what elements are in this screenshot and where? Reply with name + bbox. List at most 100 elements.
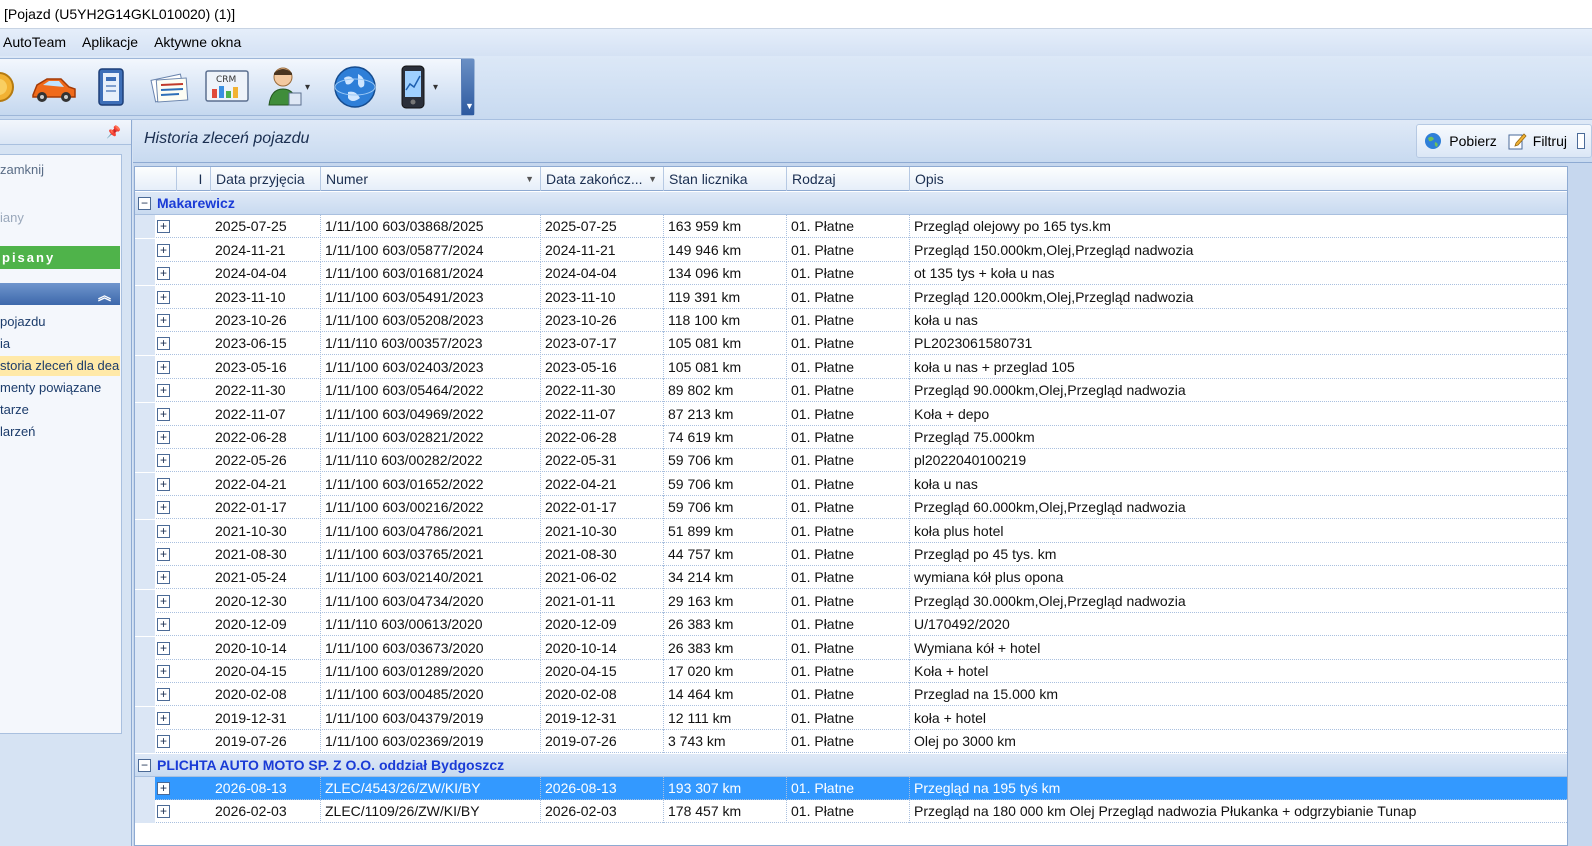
table-row[interactable]: +2021-08-30 1/11/100 603/03765/2021 2021-0… bbox=[135, 543, 1567, 566]
column-rodzaj[interactable]: Rodzaj bbox=[787, 167, 910, 191]
expand-row-icon[interactable]: + bbox=[157, 314, 170, 327]
table-row[interactable]: +2022-06-28 1/11/100 603/02821/2022 2022-0… bbox=[135, 426, 1567, 449]
table-row[interactable]: +2023-06-15 1/11/110 603/00357/2023 2023-0… bbox=[135, 332, 1567, 356]
table-row[interactable]: +2022-04-21 1/11/100 603/01652/2022 2022-0… bbox=[135, 472, 1567, 496]
table-row[interactable]: +2022-11-07 1/11/100 603/04969/2022 2022-1… bbox=[135, 402, 1567, 426]
sort-arrow-icon[interactable]: ▼ bbox=[525, 167, 534, 191]
cell-numer: 1/11/100 603/03868/2025 bbox=[321, 215, 541, 239]
expand-row-icon[interactable]: + bbox=[157, 711, 170, 725]
expand-row-icon[interactable]: + bbox=[157, 243, 170, 257]
table-row[interactable]: +2020-12-09 1/11/110 603/00613/2020 2020-1… bbox=[135, 613, 1567, 637]
sidebar-item-komentarze[interactable]: tarze bbox=[0, 400, 120, 420]
expand-row-icon[interactable]: + bbox=[157, 407, 170, 421]
menu-autoteam[interactable]: AutoTeam bbox=[0, 29, 74, 56]
column-stan-licznika[interactable]: Stan licznika bbox=[664, 167, 787, 191]
globe-icon[interactable] bbox=[329, 62, 381, 112]
menu-bar: AutoTeam Aplikacje Aktywne okna bbox=[0, 29, 1592, 56]
expand-row-icon[interactable]: + bbox=[157, 501, 170, 515]
expand-row-icon[interactable]: + bbox=[157, 688, 170, 702]
table-row[interactable]: +2025-07-25 1/11/100 603/03868/2025 2025-0… bbox=[135, 215, 1567, 239]
pin-icon[interactable]: 📌 bbox=[106, 125, 121, 139]
group-row[interactable]: − Makarewicz bbox=[135, 192, 1567, 215]
cell-opis: Przegląd na 195 tyś km bbox=[910, 777, 1567, 800]
expand-row-icon[interactable]: + bbox=[157, 548, 170, 561]
cell-data-przyjecia: 2021-05-24 bbox=[211, 566, 321, 590]
column-numer[interactable]: Numer ▼ bbox=[321, 167, 541, 191]
cell-stan-licznika: 59 706 km bbox=[664, 496, 787, 520]
table-row[interactable]: +2022-11-30 1/11/100 603/05464/2022 2022-1… bbox=[135, 379, 1567, 403]
sidebar-item-zdarzen[interactable]: larzeń bbox=[0, 422, 120, 442]
collapse-up-icon[interactable]: ︽ bbox=[98, 285, 111, 304]
sidebar-item-dokumenty[interactable]: menty powiązane bbox=[0, 378, 120, 398]
user-dropdown-arrow-icon[interactable]: ▾ bbox=[305, 82, 315, 93]
toolbar-overflow-grip[interactable]: ▼ bbox=[461, 59, 474, 115]
table-row[interactable]: +2023-10-26 1/11/100 603/05208/2023 2023-1… bbox=[135, 309, 1567, 332]
car-icon[interactable] bbox=[27, 62, 79, 112]
phonebook-icon[interactable] bbox=[85, 62, 137, 112]
cell-data-przyjecia: 2023-11-10 bbox=[211, 285, 321, 309]
crm-icon[interactable]: CRM bbox=[201, 62, 253, 112]
table-row[interactable]: +2020-12-30 1/11/100 603/04734/2020 2021-0… bbox=[135, 589, 1567, 613]
table-row[interactable]: +2020-04-15 1/11/100 603/01289/2020 2020-0… bbox=[135, 660, 1567, 683]
table-row[interactable]: +2019-07-26 1/11/100 603/02369/2019 2019-0… bbox=[135, 730, 1567, 754]
expand-row-icon[interactable]: + bbox=[157, 477, 170, 491]
collapse-group-icon[interactable]: − bbox=[138, 197, 151, 210]
column-data-przyjecia[interactable]: Data przyjęcia bbox=[211, 167, 321, 191]
left-section-header[interactable]: ︽ bbox=[0, 283, 120, 305]
mobile-dropdown-arrow-icon[interactable]: ▾ bbox=[433, 82, 443, 93]
expand-row-icon[interactable]: + bbox=[157, 805, 170, 819]
expand-row-icon[interactable]: + bbox=[157, 594, 170, 608]
column-data-zakonczenia[interactable]: Data zakończ... ▼ bbox=[541, 167, 664, 191]
expand-row-icon[interactable]: + bbox=[157, 454, 170, 468]
filter-button[interactable]: Filtruj bbox=[1507, 131, 1567, 151]
group-label: Makarewicz bbox=[157, 195, 235, 211]
fetch-button[interactable]: Pobierz bbox=[1423, 131, 1497, 151]
expand-row-icon[interactable]: + bbox=[157, 782, 170, 795]
expand-row-icon[interactable]: + bbox=[157, 618, 170, 632]
expand-row-icon[interactable]: + bbox=[157, 220, 170, 234]
mobile-icon[interactable] bbox=[387, 62, 439, 112]
collapse-group-icon[interactable]: − bbox=[138, 758, 151, 772]
table-row[interactable]: +2019-12-31 1/11/100 603/04379/2019 2019-1… bbox=[135, 706, 1567, 730]
column-i[interactable]: I bbox=[177, 167, 211, 191]
table-row[interactable]: +2021-10-30 1/11/100 603/04786/2021 2021-1… bbox=[135, 519, 1567, 543]
expand-row-icon[interactable]: + bbox=[157, 665, 170, 678]
sidebar-item-pojazdu[interactable]: pojazdu bbox=[0, 312, 120, 332]
expand-row-icon[interactable]: + bbox=[157, 290, 170, 304]
expand-row-icon[interactable]: + bbox=[157, 360, 170, 374]
table-row[interactable]: +2024-04-04 1/11/100 603/01681/2024 2024-0… bbox=[135, 262, 1567, 286]
expand-row-icon[interactable]: + bbox=[157, 735, 170, 749]
column-opis[interactable]: Opis bbox=[910, 167, 1567, 191]
cell-data-przyjecia: 2020-12-30 bbox=[211, 589, 321, 613]
user-icon[interactable] bbox=[259, 62, 311, 112]
expand-row-icon[interactable]: + bbox=[157, 267, 170, 281]
expand-row-icon[interactable]: + bbox=[157, 641, 170, 655]
table-row[interactable]: +2020-02-08 1/11/100 603/00485/2020 2020-0… bbox=[135, 683, 1567, 707]
menu-aktywne-okna[interactable]: Aktywne okna bbox=[146, 29, 249, 56]
column-numer-label: Numer bbox=[326, 171, 369, 187]
expand-row-icon[interactable]: + bbox=[157, 571, 170, 585]
expand-row-icon[interactable]: + bbox=[157, 524, 170, 538]
coin-icon[interactable] bbox=[0, 62, 17, 112]
table-row[interactable]: +2026-02-03 ZLEC/1109/26/ZW/KI/BY 2026-02-… bbox=[135, 800, 1567, 824]
table-row[interactable]: +2023-11-10 1/11/100 603/05491/2023 2023-1… bbox=[135, 285, 1567, 309]
more-icon[interactable] bbox=[1577, 133, 1585, 149]
sort-arrow-icon[interactable]: ▼ bbox=[648, 167, 657, 191]
group-row[interactable]: − PLICHTA AUTO MOTO SP. Z O.O. oddział By… bbox=[135, 753, 1567, 777]
expand-row-icon[interactable]: + bbox=[157, 384, 170, 398]
table-row[interactable]: +2024-11-21 1/11/100 603/05877/2024 2024-1… bbox=[135, 238, 1567, 262]
close-link[interactable]: zamknij bbox=[0, 162, 44, 177]
documents-icon[interactable] bbox=[143, 62, 195, 112]
cell-data-przyjecia: 2019-12-31 bbox=[211, 706, 321, 730]
expand-row-icon[interactable]: + bbox=[157, 337, 170, 351]
table-row[interactable]: +2022-05-26 1/11/110 603/00282/2022 2022-0… bbox=[135, 449, 1567, 473]
table-row[interactable]: +2023-05-16 1/11/100 603/02403/2023 2023-0… bbox=[135, 355, 1567, 379]
table-row[interactable]: +2021-05-24 1/11/100 603/02140/2021 2021-0… bbox=[135, 566, 1567, 590]
table-row[interactable]: +2022-01-17 1/11/100 603/00216/2022 2022-0… bbox=[135, 496, 1567, 520]
sidebar-item-ia[interactable]: ia bbox=[0, 334, 120, 354]
table-row[interactable]: +2020-10-14 1/11/100 603/03673/2020 2020-1… bbox=[135, 636, 1567, 660]
menu-aplikacje[interactable]: Aplikacje bbox=[74, 29, 146, 56]
table-row[interactable]: +2026-08-13 ZLEC/4543/26/ZW/KI/BY 2026-08-… bbox=[135, 777, 1567, 800]
expand-row-icon[interactable]: + bbox=[157, 431, 170, 444]
sidebar-item-historia[interactable]: storia zleceń dla dea bbox=[0, 356, 120, 376]
